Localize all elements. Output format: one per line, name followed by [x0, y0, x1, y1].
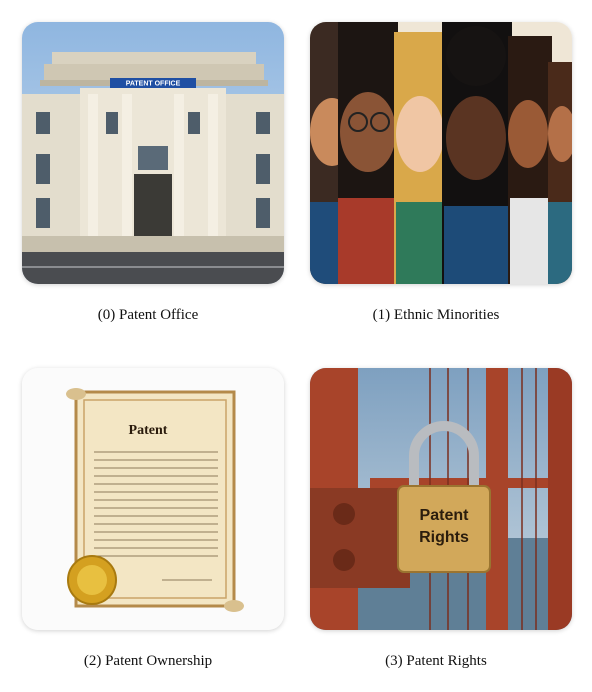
- face-2: [338, 22, 398, 284]
- caption-2: (2) Patent Ownership: [83, 653, 213, 669]
- image-tile-0: PATENT OFFICE (0) Patent Office: [0, 0, 296, 346]
- caption-0: (0) Patent Office: [97, 307, 199, 323]
- padlock-text-line2: Rights: [419, 529, 469, 546]
- image-tile-3: Patent Rights (3) Patent Rights: [296, 346, 592, 692]
- patent-office-image: PATENT OFFICE: [22, 22, 284, 284]
- certificate-title: Patent: [129, 423, 168, 438]
- patent-certificate-scroll: Patent: [22, 368, 284, 630]
- ethnic-minorities-image: [310, 22, 572, 284]
- patent-ownership-image: Patent: [22, 368, 284, 630]
- image-tile-2: Patent (2) Patent Ownership: [0, 346, 296, 692]
- face-6: [548, 62, 572, 284]
- caption-3: (3) Patent Rights: [385, 653, 487, 669]
- caption-1: (1) Ethnic Minorities: [372, 307, 500, 323]
- padlock-text-line1: Patent: [420, 507, 470, 524]
- patent-office-building: PATENT OFFICE: [22, 22, 284, 284]
- patent-rights-image: Patent Rights: [310, 368, 572, 630]
- image-tile-1: (1) Ethnic Minorities: [296, 0, 592, 346]
- face-4: [442, 22, 512, 284]
- face-3: [394, 32, 448, 284]
- diverse-faces-illustration: [310, 22, 572, 284]
- patent-office-sign-text: PATENT OFFICE: [126, 81, 181, 88]
- face-5: [508, 36, 552, 284]
- padlock-on-bridge: Patent Rights: [310, 368, 572, 630]
